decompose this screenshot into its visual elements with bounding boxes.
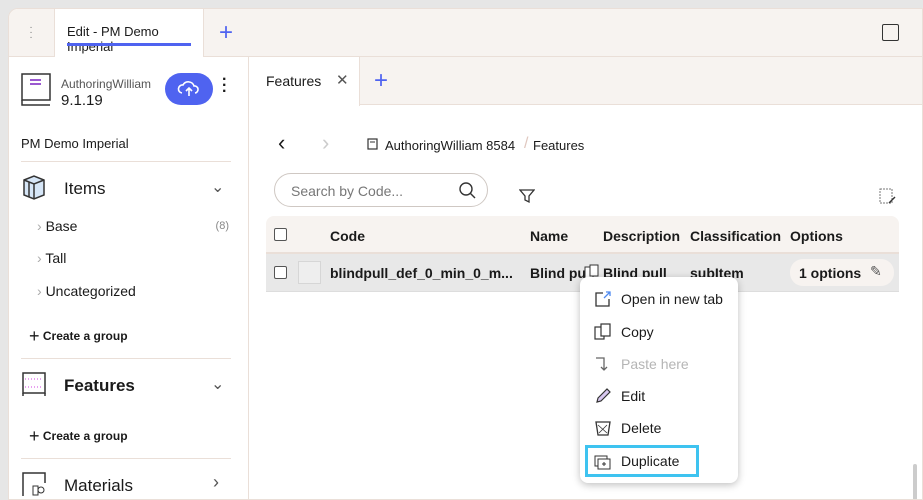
options-button[interactable]: 1 options ✎ [790, 259, 894, 286]
create-group-label: Create a group [42, 429, 128, 443]
chevron-down-icon: ⌄ [211, 179, 225, 196]
group-label: Uncategorized [45, 283, 136, 299]
content-tab-bar: Features ✕ + [250, 57, 922, 106]
library-owner: AuthoringWilliam [61, 77, 152, 91]
options-label: 1 options [799, 265, 862, 281]
pencil-icon [596, 388, 611, 403]
library-version: 9.1.19 [61, 92, 103, 109]
menu-item-copy[interactable]: Copy [590, 317, 730, 347]
search-placeholder: Search by Code... [291, 183, 404, 199]
close-tab-icon[interactable]: ✕ [336, 71, 349, 89]
menu-label: Edit [621, 388, 646, 404]
menu-item-edit[interactable]: Edit [590, 381, 730, 411]
column-header-options[interactable]: Options [790, 228, 843, 244]
library-book-icon [21, 73, 51, 106]
duplicate-icon [594, 455, 611, 470]
library-name: PM Demo Imperial [21, 136, 129, 151]
forward-button[interactable]: › [322, 130, 329, 156]
column-settings-icon[interactable] [879, 188, 897, 206]
copy-icon [594, 323, 611, 340]
tab-label: Edit - PM Demo Imperial [67, 24, 159, 54]
active-tab-indicator [67, 43, 191, 46]
cell-name: Blind pu [530, 265, 585, 281]
menu-item-open-new-tab[interactable]: Open in new tab [590, 284, 730, 314]
search-input[interactable]: Search by Code... [274, 173, 488, 207]
publish-cloud-button[interactable] [165, 73, 213, 105]
kebab-menu-icon[interactable]: · · · [25, 23, 37, 43]
tab-features[interactable]: Features ✕ [250, 57, 360, 106]
sidebar: AuthoringWilliam 9.1.19 · · · PM Demo Impe… [9, 57, 249, 499]
tab-label: Features [266, 73, 322, 89]
maximize-icon[interactable] [882, 24, 899, 41]
chevron-right-icon: › [213, 472, 219, 492]
column-header-description[interactable]: Description [603, 228, 680, 244]
group-uncategorized[interactable]: › Uncategorized [37, 283, 136, 299]
scrollbar[interactable] [913, 464, 917, 499]
column-header-name[interactable]: Name [530, 228, 568, 244]
column-header-code[interactable]: Code [330, 228, 365, 244]
app-window: · · · Edit - PM Demo Imperial + AuthoringW… [8, 8, 923, 500]
section-title: Features [64, 376, 135, 395]
menu-label: Duplicate [621, 453, 680, 469]
breadcrumb-features: Features [533, 138, 585, 153]
menu-item-duplicate[interactable]: Duplicate [585, 445, 699, 477]
features-icon [22, 372, 46, 396]
divider [21, 161, 231, 162]
menu-item-paste-here: Paste here [590, 349, 730, 379]
group-base[interactable]: › Base (8) [37, 218, 231, 234]
library-more-icon[interactable]: · · · [222, 72, 227, 100]
menu-label: Open in new tab [621, 291, 723, 307]
filter-icon[interactable] [519, 188, 535, 204]
cube-icon [23, 175, 45, 200]
breadcrumb-separator: / [524, 135, 529, 152]
table-header: Code Name Description Classification Opt… [266, 216, 899, 254]
trash-icon [595, 421, 611, 436]
materials-icon [22, 472, 46, 496]
create-group-label: Create a group [42, 329, 128, 343]
top-tab-bar: · · · Edit - PM Demo Imperial + [9, 9, 922, 57]
divider [21, 358, 231, 359]
search-icon [459, 182, 476, 199]
menu-item-delete[interactable]: Delete [590, 413, 730, 443]
menu-label: Paste here [621, 356, 689, 372]
group-tall[interactable]: › Tall [37, 250, 66, 266]
section-features[interactable]: Features ⌄ [21, 370, 231, 400]
breadcrumb-library[interactable]: AuthoringWilliam 8584 [385, 138, 525, 153]
add-tab-button[interactable]: + [219, 19, 233, 47]
feature-thumbnail [298, 261, 321, 284]
section-title: Items [64, 179, 106, 198]
cell-code: blindpull_def_0_min_0_m... [330, 265, 513, 281]
menu-label: Delete [621, 420, 662, 436]
paste-icon [596, 357, 608, 371]
context-menu: Open in new tab Copy Paste here Edit Del… [580, 277, 738, 483]
column-header-classification[interactable]: Classification [690, 228, 781, 244]
tab-edit[interactable]: Edit - PM Demo Imperial [54, 9, 204, 57]
create-group-features-button[interactable]: + Create a group [29, 426, 128, 447]
group-label: Tall [45, 250, 67, 266]
section-materials[interactable]: Materials › [21, 470, 231, 499]
menu-label: Copy [621, 324, 654, 340]
chevron-down-icon: ⌄ [211, 376, 225, 393]
add-tab-button[interactable]: + [374, 67, 388, 95]
create-group-items-button[interactable]: + Create a group [29, 326, 128, 347]
group-label: Base [45, 218, 78, 234]
external-link-icon [595, 291, 611, 307]
section-title: Materials [64, 476, 133, 495]
row-checkbox[interactable] [274, 266, 287, 279]
back-button[interactable]: ‹ [278, 130, 285, 156]
divider [21, 458, 231, 459]
select-all-checkbox[interactable] [274, 228, 287, 241]
pencil-icon: ✎ [870, 263, 882, 279]
group-count: (8) [215, 220, 229, 232]
section-items[interactable]: Items ⌄ [21, 173, 231, 203]
book-icon [367, 138, 378, 150]
